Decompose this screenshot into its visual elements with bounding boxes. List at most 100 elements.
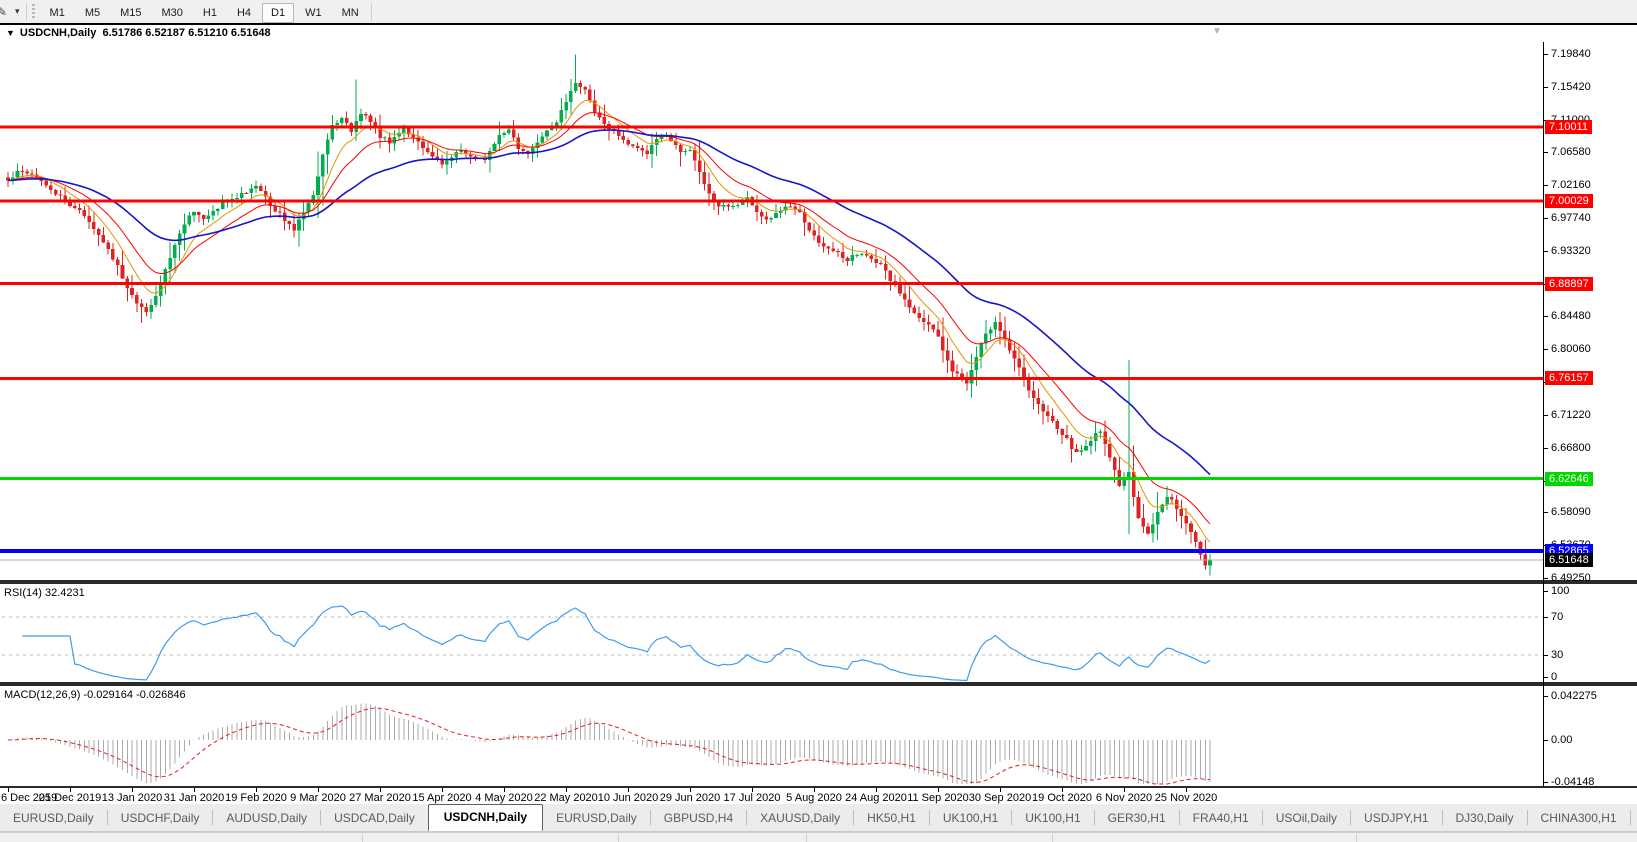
timeframe-button-h4[interactable]: H4 xyxy=(228,3,260,23)
level-price-tag[interactable]: 6.88897 xyxy=(1545,277,1593,291)
chart-title: ▼ USDCNH,Daily 6.51786 6.52187 6.51210 6.… xyxy=(6,27,271,42)
date-tick-label: 19 Feb 2020 xyxy=(225,792,287,804)
price-tick-mark xyxy=(1543,152,1548,153)
scroll-position-marker-icon[interactable]: ▼ xyxy=(1212,26,1222,37)
chart-tab-ger30-h1[interactable]: GER30,H1 xyxy=(1095,805,1179,831)
macd-indicator-panel[interactable] xyxy=(0,686,1543,786)
date-tick-label: 31 Jan 2020 xyxy=(164,792,225,804)
price-tick-mark xyxy=(1543,448,1548,449)
timeframe-button-m5[interactable]: M5 xyxy=(76,3,109,23)
price-tick-label: 6.58090 xyxy=(1551,506,1591,518)
rsi-tick-label: 0 xyxy=(1551,671,1557,683)
price-tick-mark xyxy=(1543,87,1548,88)
date-tick-label: 27 Mar 2020 xyxy=(349,792,411,804)
macd-tick-mark xyxy=(1543,782,1548,783)
chart-tab-uk100-h1[interactable]: UK100,H1 xyxy=(1012,805,1093,831)
date-tick-label: 13 Jan 2020 xyxy=(102,792,163,804)
price-tick-mark xyxy=(1543,415,1548,416)
date-tick-label: 22 May 2020 xyxy=(534,792,598,804)
macd-indicator-label: MACD(12,26,9) -0.029164 -0.026846 xyxy=(4,689,186,701)
timeframe-buttons: M1M5M15M30H1H4D1W1MN xyxy=(40,3,369,21)
rsi-tick-label: 70 xyxy=(1551,611,1563,623)
chart-tab-dj30-daily[interactable]: DJ30,Daily xyxy=(1443,805,1527,831)
date-tick-label: 29 Jun 2020 xyxy=(660,792,721,804)
price-tick-mark xyxy=(1543,218,1548,219)
statusbar-separator xyxy=(1356,834,1357,842)
macd-tick-label: 0.042275 xyxy=(1551,690,1597,702)
macd-tick-label: -0.04148 xyxy=(1551,776,1594,788)
toolbar-grip-handle[interactable] xyxy=(32,4,35,20)
tool-dropdown-caret-icon[interactable]: ▾ xyxy=(15,6,20,17)
drawing-tool-icon[interactable]: ✎ xyxy=(0,5,13,19)
date-tick-label: 11 Sep 2020 xyxy=(907,792,969,804)
chart-tab-fra40-h1[interactable]: FRA40,H1 xyxy=(1180,805,1262,831)
date-tick-label: 30 Sep 2020 xyxy=(969,792,1031,804)
price-tick-mark xyxy=(1543,578,1548,579)
timeframe-button-m15[interactable]: M15 xyxy=(111,3,150,23)
date-tick-label: 25 Dec 2019 xyxy=(39,792,101,804)
price-tick-label: 7.19840 xyxy=(1551,48,1591,60)
chart-tab-usdchf-daily[interactable]: USDCHF,Daily xyxy=(108,805,213,831)
timeframe-button-mn[interactable]: MN xyxy=(333,3,368,23)
chart-tab-usdcad-daily[interactable]: USDCAD,Daily xyxy=(321,805,428,831)
main-price-chart[interactable] xyxy=(0,42,1543,580)
level-price-tag[interactable]: 6.62646 xyxy=(1545,472,1593,486)
price-tick-label: 7.02160 xyxy=(1551,179,1591,191)
chart-tab-eurusd-daily[interactable]: EURUSD,Daily xyxy=(0,805,107,831)
price-tick-label: 6.49250 xyxy=(1551,572,1591,584)
price-tick-label: 6.66800 xyxy=(1551,442,1591,454)
statusbar-separator xyxy=(362,834,363,842)
collapse-triangle-icon[interactable]: ▼ xyxy=(6,28,15,38)
toolbar-separator xyxy=(26,3,27,21)
timeframe-button-h1[interactable]: H1 xyxy=(194,3,226,23)
date-tick-label: 10 Jun 2020 xyxy=(598,792,659,804)
rsi-tick-mark xyxy=(1543,677,1548,678)
price-tick-mark xyxy=(1543,251,1548,252)
level-price-tag[interactable]: 7.10011 xyxy=(1545,120,1592,134)
price-tick-label: 7.15420 xyxy=(1551,81,1591,93)
mt4-application: ✎ ▾ M1M5M15M30H1H4D1W1MN ▼ USDCNH,Daily 6… xyxy=(0,0,1637,842)
price-tick-mark xyxy=(1543,512,1548,513)
chart-tab-eurusd-daily[interactable]: EURUSD,Daily xyxy=(543,805,650,831)
price-tick-mark xyxy=(1543,54,1548,55)
macd-tick-label: 0.00 xyxy=(1551,734,1572,746)
rsi-tick-label: 30 xyxy=(1551,649,1563,661)
timeframe-button-m1[interactable]: M1 xyxy=(41,3,74,23)
chart-symbol-label: USDCNH,Daily xyxy=(20,27,96,39)
rsi-tick-mark xyxy=(1543,591,1548,592)
chart-tab-usoil-h[interactable]: USOil,H xyxy=(1631,805,1637,831)
price-tick-label: 6.80060 xyxy=(1551,343,1591,355)
chart-window: ▼ USDCNH,Daily 6.51786 6.52187 6.51210 6.… xyxy=(0,23,1637,804)
timeframe-button-w1[interactable]: W1 xyxy=(296,3,331,23)
chart-tab-gbpusd-h4[interactable]: GBPUSD,H4 xyxy=(651,805,746,831)
timeframe-button-d1[interactable]: D1 xyxy=(262,3,294,23)
level-price-tag[interactable]: 7.00029 xyxy=(1545,194,1593,208)
chart-tab-usoil-daily[interactable]: USOil,Daily xyxy=(1263,805,1350,831)
chart-ohlc-values: 6.51786 6.52187 6.51210 6.51648 xyxy=(102,27,270,39)
price-tick-mark xyxy=(1543,316,1548,317)
price-tick-label: 6.71220 xyxy=(1551,409,1591,421)
chart-tab-uk100-h1[interactable]: UK100,H1 xyxy=(930,805,1011,831)
chart-tab-china300-h1[interactable]: CHINA300,H1 xyxy=(1528,805,1630,831)
chart-tab-xauusd-daily[interactable]: XAUUSD,Daily xyxy=(747,805,853,831)
price-tick-mark xyxy=(1543,185,1548,186)
level-price-tag[interactable]: 6.76157 xyxy=(1545,371,1593,385)
statusbar-separator xyxy=(618,834,619,842)
price-tick-mark xyxy=(1543,349,1548,350)
status-bar xyxy=(0,832,1637,842)
timeframe-button-m30[interactable]: M30 xyxy=(153,3,192,23)
statusbar-separator xyxy=(1052,834,1053,842)
chart-tab-usdcnh-daily[interactable]: USDCNH,Daily xyxy=(428,804,543,831)
rsi-indicator-panel[interactable] xyxy=(0,584,1543,682)
chart-tab-hk50-h1[interactable]: HK50,H1 xyxy=(854,805,929,831)
price-tick-label: 7.06580 xyxy=(1551,146,1591,158)
chart-tab-usdjpy-h1[interactable]: USDJPY,H1 xyxy=(1351,805,1441,831)
chart-tabs-bar: EURUSD,DailyUSDCHF,DailyAUDUSD,DailyUSDC… xyxy=(0,804,1637,832)
panel-splitter xyxy=(0,786,1637,788)
price-tick-label: 6.97740 xyxy=(1551,212,1591,224)
date-tick-label: 4 May 2020 xyxy=(475,792,532,804)
date-tick-label: 9 Mar 2020 xyxy=(290,792,346,804)
rsi-tick-label: 100 xyxy=(1551,585,1569,597)
chart-tab-audusd-daily[interactable]: AUDUSD,Daily xyxy=(213,805,320,831)
date-tick-label: 15 Apr 2020 xyxy=(412,792,471,804)
